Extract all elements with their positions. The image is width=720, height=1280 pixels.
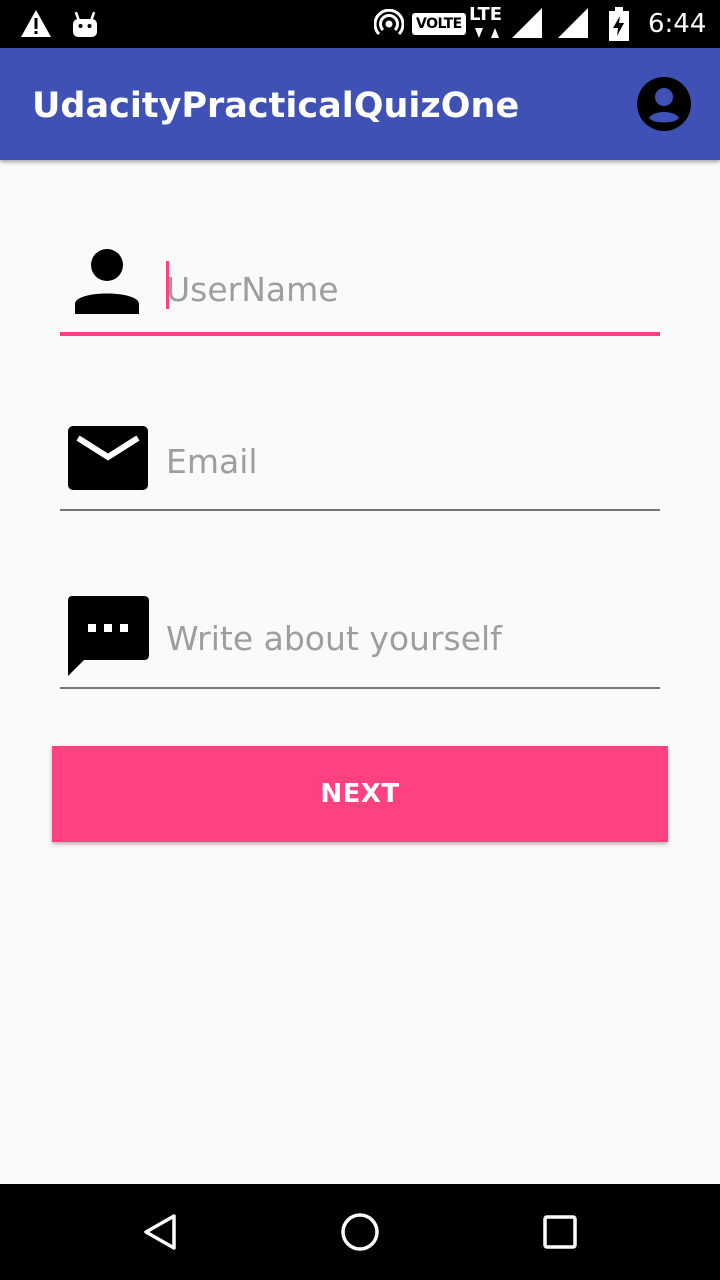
back-icon	[144, 1214, 176, 1250]
username-field	[60, 246, 660, 336]
data-arrows-icon	[472, 26, 502, 40]
hotspot-icon	[374, 0, 404, 48]
android-icon	[72, 0, 98, 48]
home-icon	[341, 1213, 379, 1251]
email-input[interactable]	[166, 418, 660, 504]
navigation-bar	[0, 1184, 720, 1280]
battery-icon	[608, 0, 630, 48]
about-underline	[60, 687, 660, 689]
recents-icon	[543, 1215, 577, 1249]
app-title: UdacityPracticalQuizOne	[32, 86, 520, 126]
email-icon	[66, 424, 150, 496]
about-field	[60, 595, 660, 689]
person-icon	[66, 248, 148, 318]
app-bar: UdacityPracticalQuizOne	[0, 48, 720, 160]
email-field	[60, 418, 660, 511]
lte-label: LTE	[469, 4, 503, 25]
username-input[interactable]	[166, 246, 660, 332]
volte-badge: VOLTE	[412, 13, 466, 35]
warning-icon	[20, 0, 52, 48]
about-input[interactable]	[166, 595, 660, 681]
signal-icon	[510, 0, 544, 48]
back-button[interactable]	[130, 1202, 190, 1262]
account-button[interactable]	[636, 76, 692, 132]
signal-icon	[556, 0, 590, 48]
home-button[interactable]	[330, 1202, 390, 1262]
email-underline	[60, 509, 660, 511]
username-underline	[60, 332, 660, 336]
next-button[interactable]: NEXT	[52, 746, 668, 842]
status-time: 6:44	[648, 9, 707, 39]
recents-button[interactable]	[530, 1202, 590, 1262]
status-bar: VOLTE LTE 6:44	[0, 0, 720, 48]
text-caret	[166, 261, 169, 309]
message-icon	[66, 595, 150, 681]
account-circle-icon	[637, 77, 691, 131]
